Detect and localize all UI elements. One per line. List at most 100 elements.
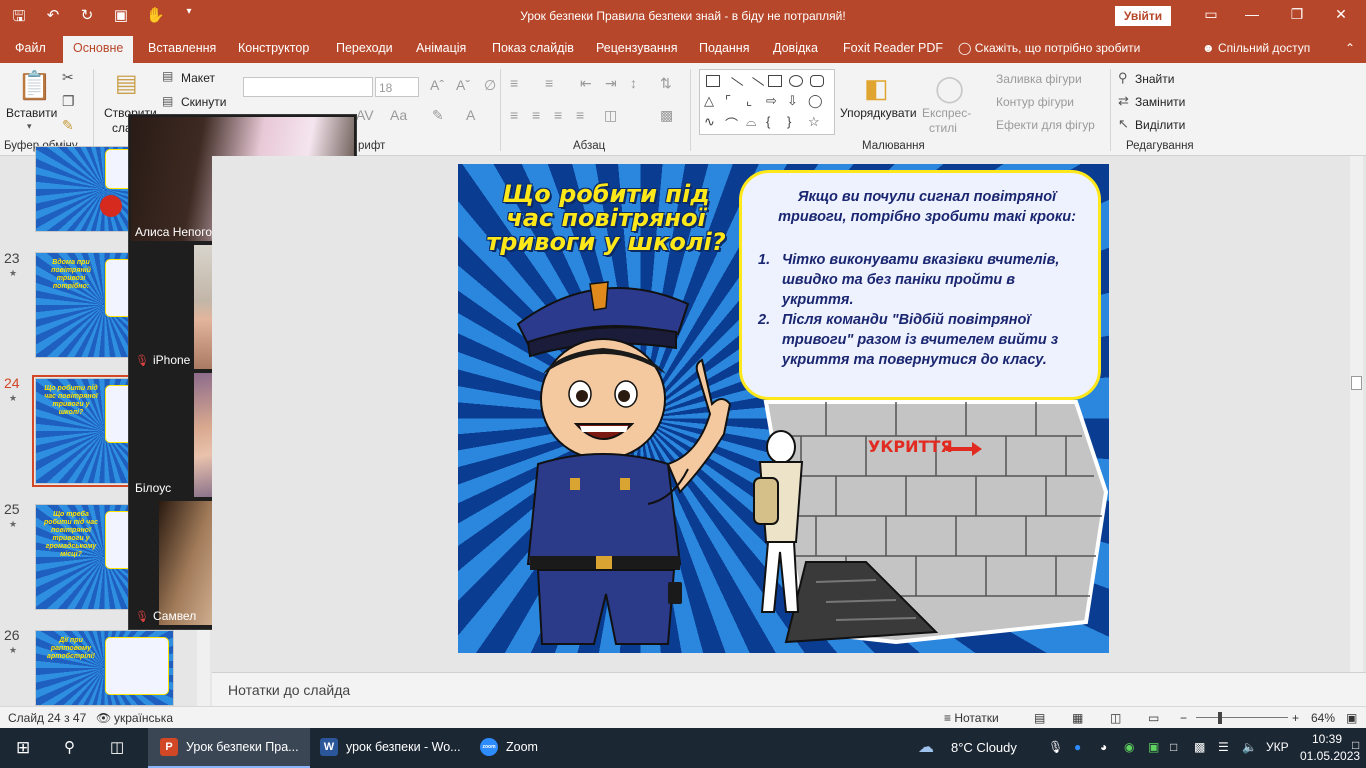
arc-shape-icon[interactable]: ⌒: [725, 114, 738, 133]
tray-app-icon[interactable]: ▣: [1148, 740, 1159, 754]
network-icon[interactable]: ◕: [1100, 740, 1107, 754]
cut-icon[interactable]: ✂: [62, 69, 74, 86]
slide-scrollbar[interactable]: [1350, 156, 1363, 672]
curved-connector-icon[interactable]: ⌞: [746, 93, 752, 109]
notes-pane[interactable]: Нотатки до слайда: [212, 672, 1366, 706]
curve-shape-icon[interactable]: ⌓: [746, 114, 756, 130]
grow-font-icon[interactable]: Aˆ: [430, 77, 444, 93]
slideshow-view-icon[interactable]: ▭: [1148, 711, 1159, 725]
columns-icon[interactable]: ◫: [604, 107, 617, 124]
bullets-icon[interactable]: ≡: [510, 75, 518, 91]
arrange-button[interactable]: Упорядкувати: [840, 106, 917, 120]
select-button[interactable]: Виділити: [1135, 118, 1185, 132]
numbering-icon[interactable]: ≡: [545, 75, 553, 91]
quick-styles-button[interactable]: Експрес-: [922, 106, 971, 120]
search-icon[interactable]: ⚲: [64, 738, 75, 756]
rounded-rectangle-shape-icon[interactable]: [810, 75, 824, 87]
paste-dropdown-icon[interactable]: ▾: [27, 121, 32, 132]
notes-toggle-button[interactable]: ≡ Нотатки: [944, 711, 999, 725]
shrink-font-icon[interactable]: Aˇ: [456, 77, 470, 93]
language-indicator[interactable]: українська: [114, 711, 173, 725]
font-size-combo[interactable]: 18: [375, 77, 419, 97]
normal-view-icon[interactable]: ▤: [1034, 711, 1045, 725]
taskbar-app-powerpoint[interactable]: P Урок безпеки Пра...: [148, 728, 310, 768]
slide-sorter-icon[interactable]: ▦: [1072, 711, 1083, 725]
text-direction-icon[interactable]: ⇅: [660, 75, 672, 92]
tab-help[interactable]: Довідка: [773, 41, 818, 55]
tab-file[interactable]: Файл: [15, 41, 46, 55]
copy-icon[interactable]: ❐: [62, 93, 75, 110]
font-name-combo[interactable]: [243, 77, 373, 97]
font-color-icon[interactable]: A: [466, 107, 475, 123]
instructions-text-box[interactable]: Якщо ви почули сигнал повітряної тривоги…: [739, 170, 1101, 400]
windows-start-icon[interactable]: ⊞: [16, 738, 30, 758]
zoom-slider-thumb[interactable]: [1218, 712, 1222, 724]
scrollbar-thumb[interactable]: [1351, 376, 1362, 390]
tab-insert[interactable]: Вставлення: [148, 41, 216, 55]
shapes-gallery[interactable]: △ ⌜ ⌞ ⇨ ⇩ ◯ ∿ ⌒ ⌓ { } ☆: [699, 69, 835, 135]
ribbon-display-options-icon[interactable]: ▭: [1196, 6, 1226, 23]
paste-icon[interactable]: 📋: [17, 69, 52, 102]
tray-overflow-icon[interactable]: □: [1170, 740, 1177, 754]
tab-animations[interactable]: Анімація: [416, 41, 466, 55]
wifi-icon[interactable]: ☰: [1218, 740, 1229, 754]
smartart-icon[interactable]: ▩: [660, 107, 673, 124]
display-icon[interactable]: ▩: [1194, 740, 1205, 754]
keyboard-language[interactable]: УКР: [1266, 740, 1289, 754]
shape-fill-button[interactable]: Заливка фігури: [996, 72, 1082, 86]
oval-shape-icon[interactable]: [789, 75, 803, 87]
sign-in-button[interactable]: Увійти: [1115, 6, 1171, 26]
text-box-shape-icon[interactable]: [706, 75, 720, 87]
slide-thumbnail-26[interactable]: Дії при раптовому артобстрілі!: [35, 630, 174, 706]
align-center-icon[interactable]: ≡: [532, 107, 540, 123]
format-painter-icon[interactable]: ✎: [62, 117, 74, 134]
tell-me-box[interactable]: ◯ Скажіть, що потрібно зробити: [958, 41, 1140, 55]
current-slide[interactable]: Що робити під час повітряної тривоги у ш…: [458, 164, 1109, 653]
freeform-shape-icon[interactable]: ∿: [704, 114, 715, 130]
shape-outline-button[interactable]: Контур фігури: [996, 95, 1074, 109]
highlight-icon[interactable]: ✎: [432, 107, 444, 124]
paste-button[interactable]: Вставити: [6, 106, 57, 120]
taskbar-app-word[interactable]: W урок безпеки - Wo...: [312, 728, 474, 768]
right-brace-shape-icon[interactable]: }: [787, 114, 791, 129]
align-right-icon[interactable]: ≡: [554, 107, 562, 123]
left-brace-shape-icon[interactable]: {: [766, 114, 770, 129]
tab-home[interactable]: Основне: [63, 36, 134, 63]
star-shape-icon[interactable]: ☆: [808, 114, 820, 130]
clock-time[interactable]: 10:39: [1312, 732, 1342, 746]
fit-slide-icon[interactable]: ▣: [1346, 711, 1357, 725]
shape-effects-button[interactable]: Ефекти для фігур: [996, 118, 1095, 132]
clear-formatting-icon[interactable]: ∅: [484, 77, 496, 94]
tab-review[interactable]: Рецензування: [596, 41, 677, 55]
reset-button[interactable]: Скинути: [181, 95, 226, 109]
new-slide-icon[interactable]: ▤: [115, 69, 138, 98]
spell-check-icon[interactable]: 👁: [96, 711, 111, 725]
triangle-shape-icon[interactable]: △: [704, 93, 714, 109]
notifications-icon[interactable]: □: [1352, 738, 1359, 752]
zoom-tray-icon[interactable]: ●: [1074, 740, 1081, 754]
microphone-icon[interactable]: 🎙: [1048, 740, 1063, 754]
increase-indent-icon[interactable]: ⇥: [605, 75, 617, 92]
zoom-slider[interactable]: [1196, 717, 1288, 718]
down-arrow-shape-icon[interactable]: ⇩: [787, 93, 798, 109]
zoom-in-icon[interactable]: +: [1292, 711, 1299, 725]
quick-styles-icon[interactable]: ◯: [935, 73, 964, 104]
rectangle-shape-icon[interactable]: [768, 75, 782, 87]
decrease-indent-icon[interactable]: ⇤: [580, 75, 592, 92]
tab-slideshow[interactable]: Показ слайдів: [492, 41, 574, 55]
share-button[interactable]: ☻ Спільний доступ: [1202, 41, 1310, 55]
callout-shape-icon[interactable]: ◯: [808, 93, 823, 109]
tab-design[interactable]: Конструктор: [238, 41, 309, 55]
find-button[interactable]: Знайти: [1135, 72, 1174, 86]
arrange-icon[interactable]: ◧: [864, 73, 889, 104]
collapse-ribbon-icon[interactable]: ⌃: [1345, 41, 1355, 55]
change-case-icon[interactable]: Aa: [390, 107, 407, 123]
character-spacing-icon[interactable]: AV: [356, 107, 374, 123]
zoom-level[interactable]: 64%: [1311, 711, 1335, 725]
task-view-icon[interactable]: ◫: [110, 738, 124, 756]
tab-foxit[interactable]: Foxit Reader PDF: [843, 41, 943, 55]
volume-icon[interactable]: 🔈: [1242, 740, 1257, 754]
tab-transitions[interactable]: Переходи: [336, 41, 393, 55]
tray-app-icon[interactable]: ◉: [1124, 740, 1134, 754]
replace-button[interactable]: Замінити: [1135, 95, 1185, 109]
